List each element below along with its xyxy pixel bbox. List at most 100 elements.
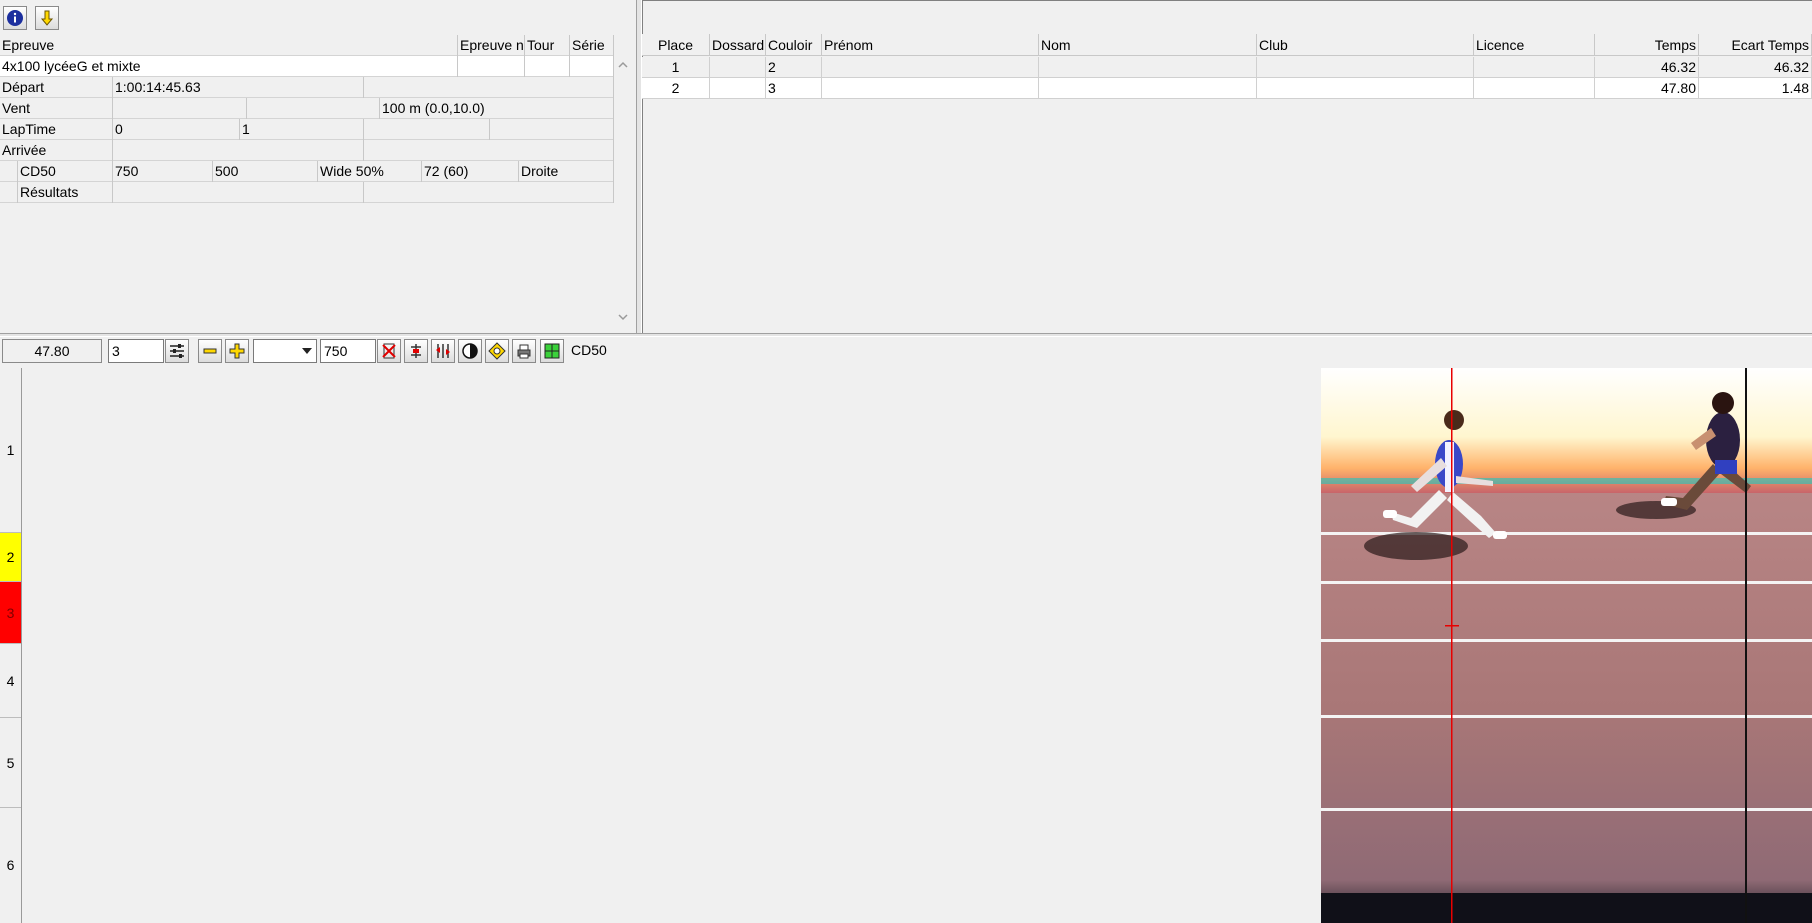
serie-cell[interactable] [570, 56, 614, 77]
grid-icon [544, 343, 560, 359]
camera-name: CD50 [571, 342, 607, 358]
cell-dossard[interactable] [710, 78, 766, 99]
header-serie[interactable]: Série [570, 35, 614, 56]
brightness-button[interactable] [485, 339, 509, 363]
settings-button[interactable] [165, 339, 189, 363]
cell-prenom[interactable] [822, 78, 1039, 99]
resultats-extra[interactable] [364, 182, 614, 203]
lanes-button[interactable] [431, 339, 455, 363]
print-photo-button[interactable] [512, 339, 536, 363]
header-tour[interactable]: Tour [525, 35, 570, 56]
camera-value-3[interactable]: Wide 50% [318, 161, 422, 182]
printer-icon [517, 344, 531, 359]
header-epreuve-n[interactable]: Epreuve n [458, 35, 525, 56]
camera-expander[interactable] [0, 161, 18, 182]
zoom-select[interactable] [253, 339, 317, 363]
arrivee-value[interactable] [113, 140, 364, 161]
col-header-ecart-temps[interactable]: Ecart Temps [1699, 34, 1812, 56]
horizontal-splitter[interactable] [0, 333, 1812, 337]
cell-ecart[interactable]: 46.32 [1699, 57, 1812, 78]
vent-value[interactable]: 100 m (0.0,10.0) [380, 98, 614, 119]
cell-place[interactable]: 2 [642, 78, 710, 99]
camera-value-1[interactable]: 750 [113, 161, 213, 182]
laptime-b[interactable]: 1 [240, 119, 364, 140]
align-icon [411, 344, 421, 358]
lanes-icon [436, 344, 450, 358]
cell-temps[interactable]: 46.32 [1595, 57, 1699, 78]
cell-nom[interactable] [1039, 57, 1257, 78]
cell-couloir[interactable]: 3 [766, 78, 822, 99]
lane-ruler: 1 2 3 4 5 6 [0, 368, 22, 923]
header-epreuve[interactable]: Epreuve [0, 35, 458, 56]
laptime-label: LapTime [0, 119, 113, 140]
cell-dossard[interactable] [710, 57, 766, 78]
epreuve-name-cell[interactable]: 4x100 lycéeG et mixte [0, 56, 458, 77]
lane-6-label: 6 [6, 857, 15, 873]
grid-button[interactable] [540, 339, 564, 363]
photo-finish-picture [1321, 368, 1812, 923]
cell-ecart[interactable]: 1.48 [1699, 78, 1812, 99]
align-button[interactable] [404, 339, 428, 363]
lane-6[interactable]: 6 [0, 808, 21, 923]
camera-value-4[interactable]: 72 (60) [422, 161, 519, 182]
contrast-icon [462, 343, 478, 359]
cell-prenom[interactable] [822, 57, 1039, 78]
arrivee-extra[interactable] [364, 140, 614, 161]
vent-a[interactable] [113, 98, 247, 119]
camera-value-2[interactable]: 500 [213, 161, 318, 182]
download-button[interactable] [35, 6, 59, 30]
scroll-up-icon [618, 61, 628, 68]
zoom-out-button[interactable] [198, 339, 222, 363]
epreuve-n-cell[interactable] [458, 56, 525, 77]
cell-nom[interactable] [1039, 78, 1257, 99]
cell-couloir[interactable]: 2 [766, 57, 822, 78]
col-header-licence[interactable]: Licence [1474, 34, 1595, 56]
lane-3[interactable]: 3 [0, 582, 21, 644]
cell-place[interactable]: 1 [642, 57, 710, 78]
col-header-dossard[interactable]: Dossard [710, 34, 766, 56]
col-header-couloir[interactable]: Couloir [766, 34, 822, 56]
cell-club[interactable] [1257, 57, 1474, 78]
photo-finish-image[interactable] [1321, 368, 1812, 923]
depart-label: Départ [0, 77, 113, 98]
cell-club[interactable] [1257, 78, 1474, 99]
info-button[interactable] [3, 6, 27, 30]
camera-label: CD50 [18, 161, 113, 182]
lane-2[interactable]: 2 [0, 533, 21, 582]
clear-button[interactable] [377, 339, 401, 363]
resultats-value[interactable] [113, 182, 364, 203]
laptime-c[interactable] [364, 119, 490, 140]
zoom-in-button[interactable] [225, 339, 249, 363]
depart-value[interactable]: 1:00:14:45.63 [113, 77, 364, 98]
col-header-place[interactable]: Place [642, 34, 710, 56]
cell-licence[interactable] [1474, 57, 1595, 78]
speed-input[interactable] [320, 339, 376, 363]
lane-input[interactable] [108, 339, 164, 363]
camera-value-5[interactable]: Droite [519, 161, 614, 182]
col-header-prenom[interactable]: Prénom [822, 34, 1039, 56]
laptime-d[interactable] [490, 119, 614, 140]
lane-5[interactable]: 5 [0, 718, 21, 808]
clear-icon [382, 343, 396, 359]
cell-licence[interactable] [1474, 78, 1595, 99]
contrast-button[interactable] [458, 339, 482, 363]
download-arrow-icon [40, 10, 54, 26]
sliders-icon [170, 344, 184, 358]
lane-1[interactable]: 1 [0, 368, 21, 533]
laptime-a[interactable]: 0 [113, 119, 240, 140]
col-header-temps[interactable]: Temps [1595, 34, 1699, 56]
lane-4[interactable]: 4 [0, 644, 21, 718]
tour-cell[interactable] [525, 56, 570, 77]
info-icon [7, 10, 23, 26]
depart-extra[interactable] [364, 77, 614, 98]
time-display: 47.80 [2, 339, 102, 363]
cell-temps[interactable]: 47.80 [1595, 78, 1699, 99]
resultats-label: Résultats [18, 182, 113, 203]
event-grid-scrollbar[interactable] [614, 56, 632, 328]
col-header-nom[interactable]: Nom [1039, 34, 1257, 56]
plus-icon [229, 343, 245, 359]
vent-label: Vent [0, 98, 113, 119]
vent-b[interactable] [247, 98, 380, 119]
col-header-club[interactable]: Club [1257, 34, 1474, 56]
resultats-expander[interactable] [0, 182, 18, 203]
